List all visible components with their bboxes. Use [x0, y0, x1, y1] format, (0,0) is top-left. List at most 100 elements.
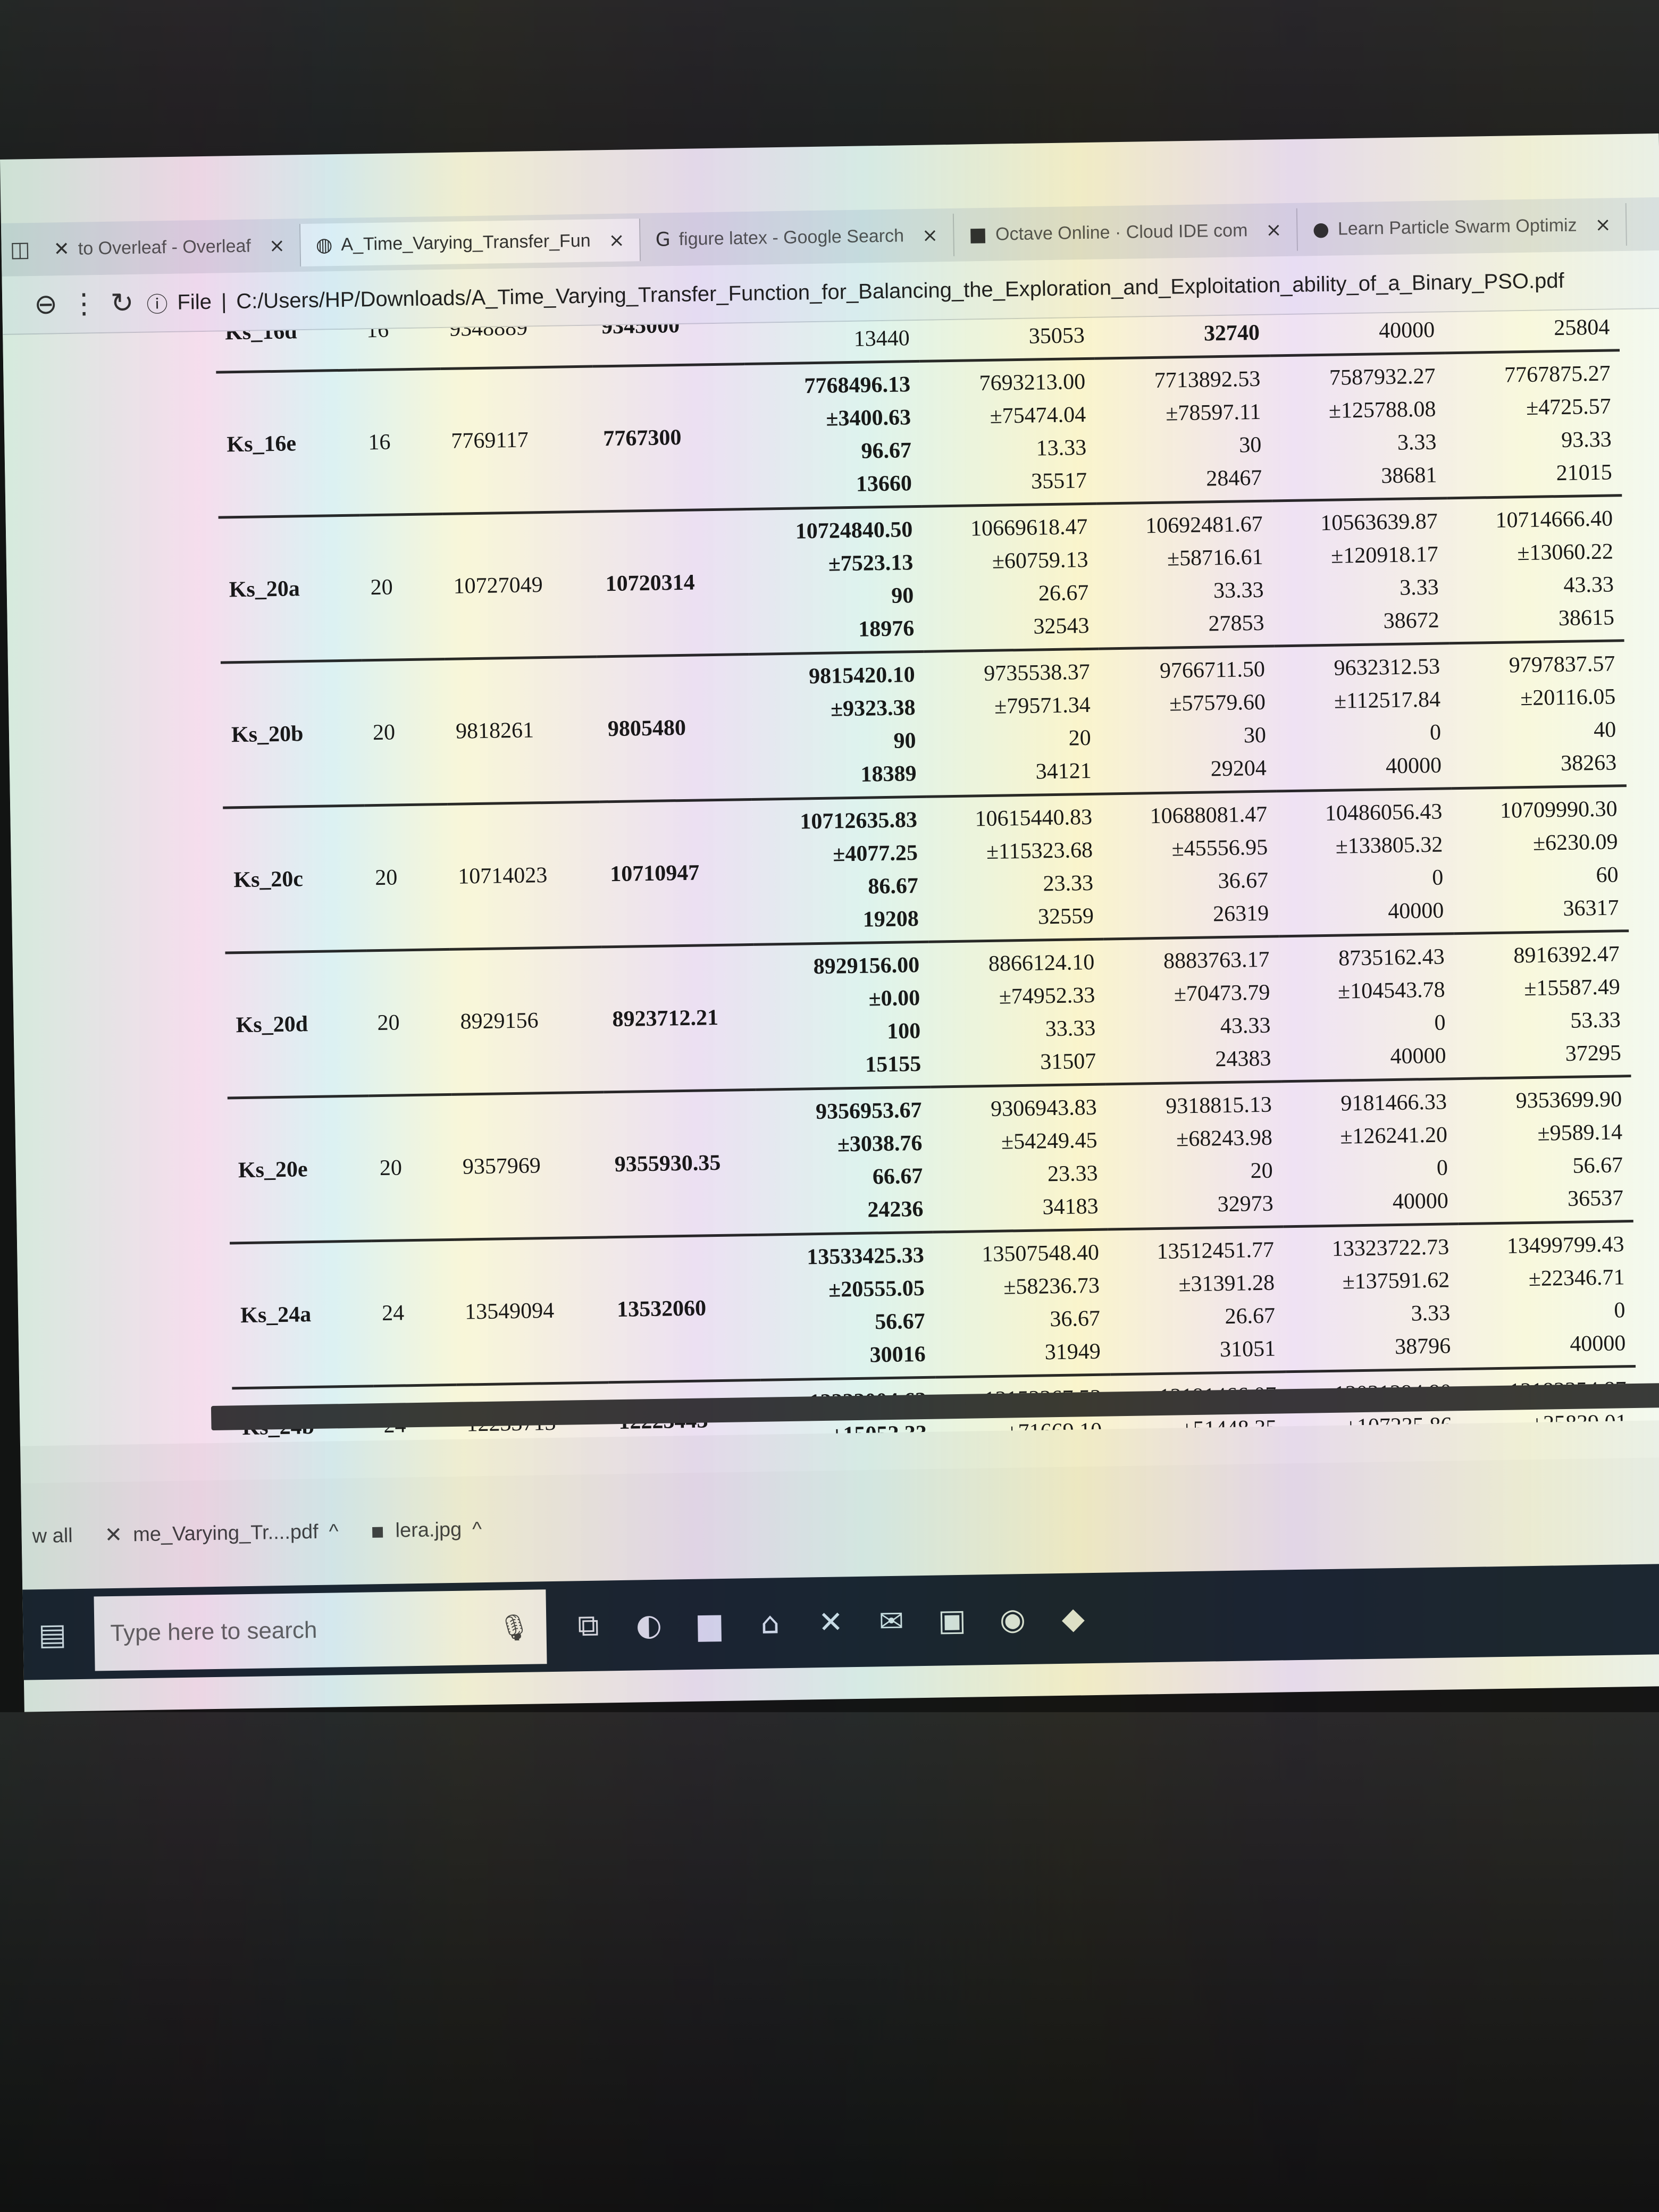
optimum-cell: 13549094 [464, 1298, 555, 1325]
algorithm-result-cell: 8883763.17 ±70473.79 43.33 24383 [1104, 936, 1281, 1084]
algorithm-result-cell: 10714666.40 ±13060.22 43.33 38615 [1447, 496, 1624, 643]
result-value: 31051 [1219, 1336, 1276, 1362]
download-item-pdf[interactable]: ✕ me_Varying_Tr....pdf ^ [104, 1519, 339, 1547]
algorithm-result-cell: 9318815.13 ±68243.98 20 32973 [1106, 1082, 1283, 1229]
microphone-icon[interactable]: 🎙 [498, 1612, 531, 1643]
close-icon[interactable]: × [922, 224, 939, 246]
store-icon[interactable]: ⌂ [751, 1606, 789, 1641]
dimension-cell: 24 [381, 1301, 405, 1326]
app-blue-icon[interactable]: ◆ [1054, 1601, 1092, 1636]
result-value: ±104543.78 [1337, 977, 1445, 1004]
result-value: 9766711.50 [1159, 657, 1266, 683]
result-value: ±126241.20 [1340, 1122, 1448, 1149]
url-path[interactable]: C:/Users/HP/Downloads/A_Time_Varying_Tra… [236, 269, 1564, 313]
url-separator: | [221, 289, 227, 313]
result-value: 10709990.30 [1499, 797, 1618, 823]
instance-name: Ks_16e [227, 431, 297, 457]
results-table-body: Ks_16d1693488899345000901344013.33350532… [215, 308, 1637, 1446]
result-value: 86.67 [868, 874, 919, 899]
notification-icon[interactable]: ▤ [33, 1617, 71, 1652]
result-value: ±74952.33 [999, 983, 1095, 1009]
result-value: 38681 [1381, 463, 1437, 489]
result-value: 20 [1068, 725, 1092, 751]
pdf-file-icon: ✕ [104, 1522, 123, 1548]
result-value: 26.67 [1038, 580, 1089, 606]
instance-name: Ks_20e [238, 1157, 308, 1183]
download-item-label: me_Varying_Tr....pdf [132, 1520, 319, 1546]
algorithm-result-cell: 13512451.77 ±31391.28 26.67 31051 [1108, 1227, 1285, 1375]
algorithm-result-cell: 9181466.33 ±126241.20 0 40000 [1281, 1079, 1458, 1227]
algorithm-result-cell: 9735538.37 ±79571.34 20 34121 [924, 649, 1101, 797]
result-value: 31507 [1040, 1049, 1096, 1075]
best-known-cell: 13532060 [616, 1296, 707, 1322]
result-value: 19208 [862, 907, 919, 932]
instance-name: Ks_20c [233, 867, 304, 893]
url-field[interactable]: ⓘ File | C:/Users/HP/Downloads/A_Time_Va… [146, 265, 1564, 319]
show-all-link[interactable]: w all [32, 1524, 73, 1548]
result-value: 30016 [869, 1342, 926, 1368]
chrome-icon[interactable]: ◉ [994, 1602, 1032, 1637]
result-value: 9632312.53 [1334, 654, 1440, 681]
tab-label: A_Time_Varying_Transfer_Fun [341, 230, 591, 255]
result-value: 26.67 [1225, 1303, 1276, 1329]
dimension-cell: 20 [370, 575, 393, 600]
optimum-cell: 10714023 [457, 863, 548, 889]
info-icon[interactable]: ⓘ [146, 287, 168, 319]
office-icon[interactable]: ▣ [933, 1603, 971, 1638]
algorithm-result-cell: 10486056.43 ±133805.32 0 40000 [1277, 789, 1454, 936]
tab-label: Octave Online · Cloud IDE com [995, 220, 1248, 245]
result-value: 29204 [1210, 756, 1267, 782]
tab-octave-online[interactable]: ■ Octave Online · Cloud IDE com × [953, 208, 1298, 256]
download-item-image[interactable]: ▪ lera.jpg ^ [370, 1517, 482, 1544]
task-view-icon[interactable]: ⧉ [569, 1608, 607, 1644]
result-value: 9356953.67 [815, 1097, 922, 1125]
file-explorer-icon[interactable]: ▆ [691, 1606, 728, 1642]
result-value: 56.67 [874, 1309, 926, 1335]
result-value: 10486056.43 [1325, 799, 1443, 826]
chevron-up-icon[interactable]: ^ [329, 1520, 339, 1543]
close-icon[interactable]: × [1266, 219, 1282, 241]
result-value: 10669618.47 [970, 514, 1088, 541]
chevron-up-icon[interactable]: ^ [472, 1518, 482, 1541]
result-value: 20 [1250, 1158, 1273, 1184]
result-value: ±107235.86 [1344, 1413, 1452, 1439]
algorithm-result-cell: 9797837.57 ±20116.05 40 38263 [1449, 641, 1626, 789]
window-menu-icon[interactable]: ◫ [1, 237, 39, 262]
algorithm-result-cell: 10688081.47 ±45556.95 36.67 26319 [1101, 791, 1278, 939]
pdf-viewer[interactable]: Ks_16d1693488899345000901344013.33350532… [3, 308, 1659, 1446]
close-icon[interactable]: × [269, 234, 285, 256]
reload-icon[interactable]: ↻ [110, 287, 134, 320]
result-value: ±125788.08 [1328, 397, 1436, 423]
result-value: 24383 [1215, 1046, 1271, 1072]
monitor-bezel-bottom [0, 1712, 1659, 2212]
result-value: ±4077.25 [832, 841, 918, 867]
tab-learn-pso[interactable]: ● Learn Particle Swarm Optimiz × [1297, 203, 1628, 251]
edge-icon[interactable]: ◐ [630, 1607, 668, 1643]
profile-icon[interactable]: ⊖ [34, 288, 58, 321]
result-value: 23.33 [1043, 870, 1094, 896]
optimum-cell: 8929156 [460, 1008, 539, 1034]
taskbar-search-box[interactable]: Type here to search 🎙 [94, 1589, 547, 1671]
result-value: 3.33 [1411, 1301, 1451, 1326]
app-x-icon[interactable]: ✕ [812, 1605, 850, 1640]
menu-dots-icon[interactable]: ⋮ [70, 288, 98, 320]
mail-icon[interactable]: ✉ [873, 1604, 910, 1639]
result-value: ±22346.71 [1528, 1265, 1625, 1292]
result-value: 33.33 [1213, 577, 1264, 604]
instance-name: Ks_20d [236, 1012, 308, 1038]
close-icon[interactable]: × [608, 229, 625, 251]
tab-overleaf[interactable]: ✕ to Overleaf - Overleaf × [38, 224, 301, 271]
close-icon[interactable]: × [1595, 214, 1611, 236]
tab-pdf-active[interactable]: ◍ A_Time_Varying_Transfer_Fun × [300, 219, 641, 267]
image-file-icon: ▪ [370, 1518, 385, 1544]
result-value: 18976 [858, 616, 915, 642]
result-value: 34183 [1042, 1194, 1099, 1220]
algorithm-result-cell: 13533425.33 ±20555.05 56.67 30016 [758, 1232, 935, 1380]
tab-google-search[interactable]: G figure latex - Google Search × [640, 213, 954, 262]
result-value: 35053 [1028, 323, 1085, 349]
result-value: 100 [886, 1019, 921, 1044]
result-value: 10563639.87 [1320, 509, 1438, 536]
optimum-cell: 7769117 [451, 428, 529, 454]
result-value: 36.67 [1218, 868, 1269, 894]
optimum-cell: 9818261 [455, 718, 534, 744]
